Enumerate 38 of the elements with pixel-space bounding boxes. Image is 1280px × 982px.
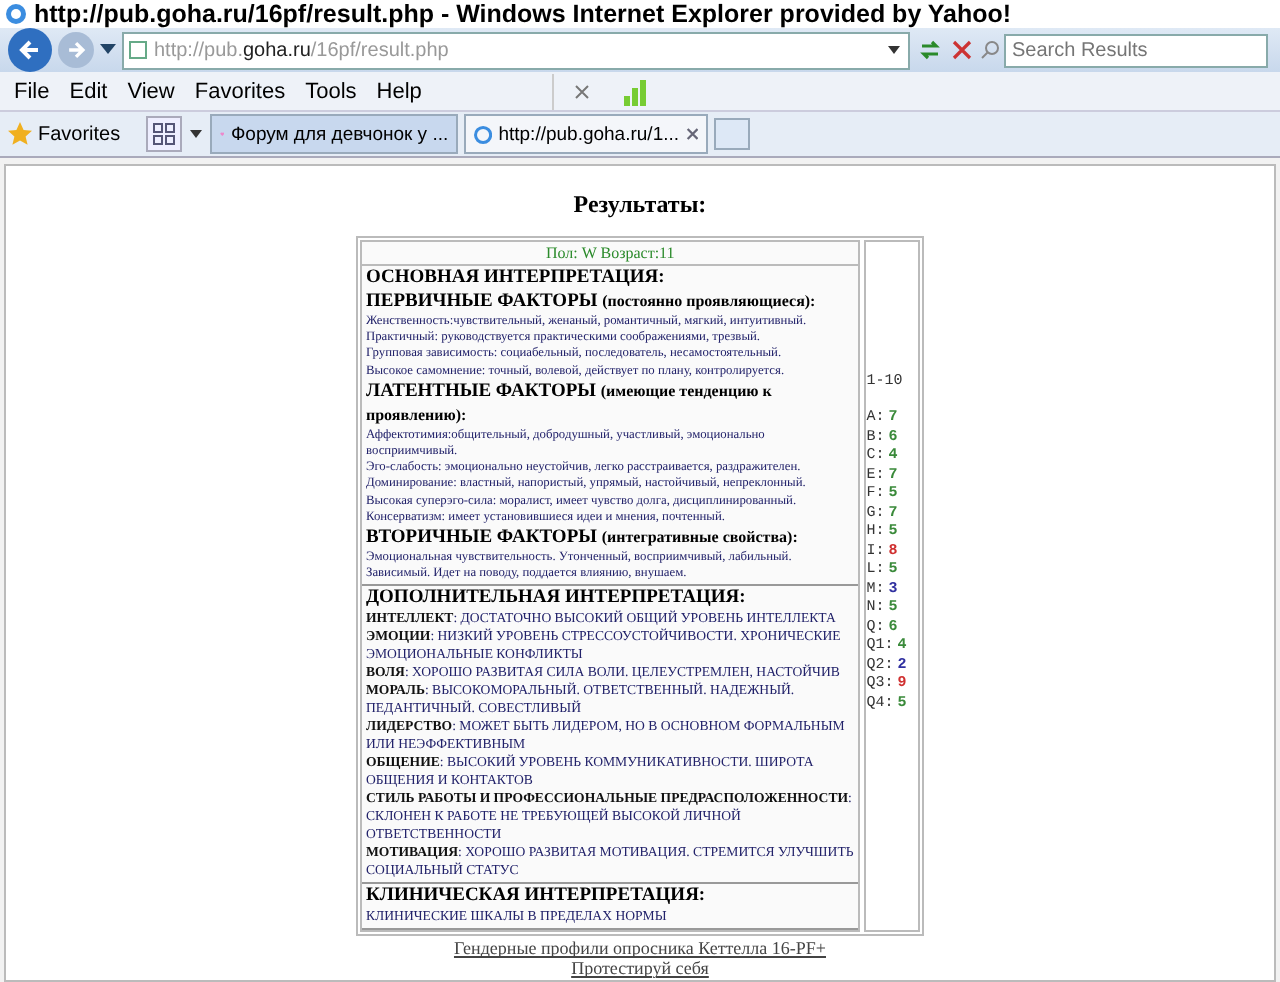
stop-icon[interactable] bbox=[950, 38, 974, 62]
back-button[interactable] bbox=[8, 28, 52, 72]
section-title: ОСНОВНАЯ ИНТЕРПРЕТАЦИЯ: bbox=[366, 268, 667, 290]
favorites-button[interactable]: Favorites bbox=[8, 122, 141, 146]
factor-group-title: ЛАТЕНТНЫЕ ФАКТОРЫ (имеющие тенденцию к проявлению): bbox=[366, 379, 774, 428]
browser-tab[interactable]: Форум для девчонок у ... bbox=[210, 114, 459, 154]
url-text: http://pub.goha.ru/16pf/result.php bbox=[154, 39, 449, 61]
menu-item[interactable]: File bbox=[4, 79, 60, 103]
menu-item[interactable]: Tools bbox=[295, 79, 367, 103]
refresh-icon[interactable] bbox=[916, 36, 944, 64]
menu-item[interactable]: Favorites bbox=[184, 79, 296, 103]
close-icon[interactable] bbox=[573, 83, 590, 99]
star-icon bbox=[8, 122, 32, 146]
address-field[interactable]: http://pub.goha.ru/16pf/result.php bbox=[122, 31, 910, 69]
signal-bars-icon bbox=[621, 77, 650, 105]
section-title: ДОПОЛНИТЕЛЬНАЯ ИНТЕРПРЕТАЦИЯ: bbox=[366, 588, 748, 610]
factor-group-title: ПЕРВИЧНЫЕ ФАКТОРЫ (постоянно проявляющиеся): bbox=[366, 290, 818, 314]
gender-age-text: Пол: W Возраст:11 bbox=[362, 242, 859, 266]
section-title: КЛИНИЧЕСКАЯ ИНТЕРПРЕТАЦИЯ: bbox=[366, 886, 708, 909]
dropdown-caret-icon[interactable] bbox=[188, 128, 205, 140]
browser-logo-icon bbox=[474, 123, 493, 145]
menu-item[interactable]: Edit bbox=[59, 79, 118, 103]
factor-group-title: ВТОРИЧНЫЕ ФАКТОРЫ (интегративные свойства): bbox=[366, 526, 800, 551]
forward-arrow-icon bbox=[64, 38, 88, 62]
close-icon[interactable] bbox=[685, 126, 699, 142]
page-heading: Результаты: bbox=[573, 190, 707, 220]
link[interactable]: Протестируй себя bbox=[571, 958, 709, 979]
search-field[interactable]: Search Results bbox=[1004, 33, 1268, 67]
search-icon bbox=[980, 40, 1000, 60]
browser-tab[interactable]: http://pub.goha.ru/1... bbox=[464, 114, 709, 154]
window-title: http://pub.goha.ru/16pf/result.php - Windows Internet Explorer provided by Yahoo! bbox=[34, 0, 1012, 28]
back-arrow-icon bbox=[16, 36, 44, 64]
quick-tabs-button[interactable] bbox=[146, 116, 183, 152]
menu-item[interactable]: Help bbox=[366, 79, 432, 103]
dropdown-caret-icon[interactable] bbox=[100, 44, 116, 56]
page-icon bbox=[128, 40, 148, 60]
link[interactable]: Гендерные профили опросника Кеттелла 16-PF+ bbox=[453, 938, 826, 959]
menu-item[interactable]: View bbox=[117, 79, 185, 103]
